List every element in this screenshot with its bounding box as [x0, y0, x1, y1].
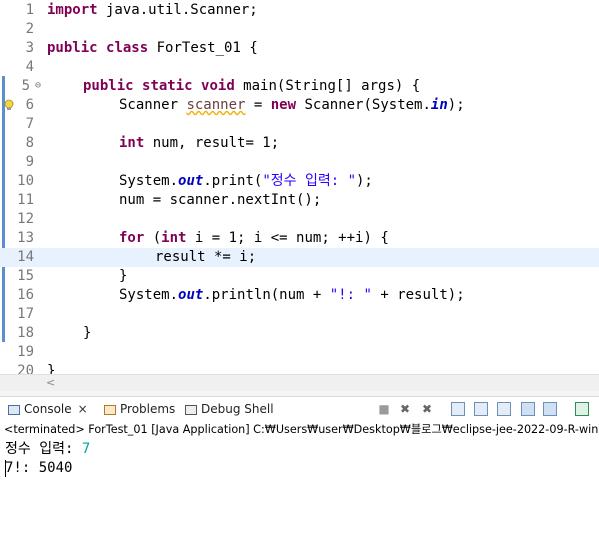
line-number: 18: [17, 325, 34, 341]
line-number: 9: [25, 154, 34, 170]
code-line[interactable]: 2: [0, 20, 599, 39]
line-number: 16: [17, 287, 34, 303]
open-console-icon[interactable]: [575, 402, 589, 416]
line-number: 8: [25, 135, 34, 151]
code-line[interactable]: 12: [0, 210, 599, 229]
console-input-value: 7: [81, 441, 91, 457]
code-text: public class ForTest_01 {: [47, 40, 258, 56]
pin-console-icon[interactable]: [521, 402, 535, 416]
line-number: 10: [17, 173, 34, 189]
code-line-current[interactable]: 14 result *= i;: [0, 248, 599, 267]
code-line[interactable]: 8 int num, result= 1;: [0, 134, 599, 153]
code-text: }: [83, 325, 92, 341]
line-number: 4: [25, 59, 34, 75]
code-text: int num, result= 1;: [119, 135, 280, 151]
word-wrap-icon[interactable]: [497, 402, 511, 416]
code-text: num = scanner.nextInt();: [119, 192, 322, 208]
code-line[interactable]: 1 import java.util.Scanner;: [0, 1, 599, 20]
code-line[interactable]: 20 }: [0, 362, 599, 374]
code-text: System.out.println(num + "!: " + result)…: [119, 287, 465, 303]
code-line[interactable]: 4: [0, 58, 599, 77]
horizontal-scrollbar[interactable]: <: [0, 374, 599, 392]
scroll-lock-icon[interactable]: [474, 402, 488, 416]
code-text: }: [119, 268, 128, 284]
line-number: 17: [17, 306, 34, 322]
line-number: 11: [17, 192, 34, 208]
line-number: 5: [21, 78, 30, 94]
tab-debug-shell[interactable]: Debug Shell: [185, 400, 274, 418]
code-line[interactable]: 3 public class ForTest_01 {: [0, 39, 599, 58]
problems-icon: [104, 404, 116, 415]
code-line[interactable]: 10 System.out.print("정수 입력: ");: [0, 172, 599, 191]
code-line[interactable]: 15 }: [0, 267, 599, 286]
console-tab-bar: Console × Problems Debug Shell ■ ✖ ✖: [0, 397, 599, 421]
line-number: 19: [17, 344, 34, 360]
fold-collapse-icon[interactable]: ⊖: [35, 81, 45, 91]
terminate-icon[interactable]: ■: [377, 402, 391, 416]
display-console-icon[interactable]: [543, 402, 557, 416]
console-line: 7!: 5040: [5, 460, 73, 476]
code-text: result *= i;: [155, 249, 257, 265]
code-line[interactable]: 18 }: [0, 324, 599, 343]
code-line[interactable]: 7: [0, 115, 599, 134]
code-text: public static void main(String[] args) {: [83, 78, 421, 94]
line-number: 3: [25, 40, 34, 56]
line-number: 12: [17, 211, 34, 227]
debug-shell-icon: [185, 404, 197, 415]
close-icon[interactable]: ×: [78, 402, 88, 416]
line-number: 15: [17, 268, 34, 284]
console-line: 정수 입력: 7: [5, 441, 91, 457]
line-number: 20: [17, 363, 34, 374]
code-line[interactable]: 16 System.out.println(num + "!: " + resu…: [0, 286, 599, 305]
line-number: 1: [25, 2, 34, 18]
tab-console[interactable]: Console ×: [8, 400, 88, 418]
remove-all-icon[interactable]: ✖: [420, 402, 434, 416]
code-text: import java.util.Scanner;: [47, 2, 258, 18]
code-line[interactable]: 11 num = scanner.nextInt();: [0, 191, 599, 210]
code-text: Scanner scanner = new Scanner(System.in)…: [119, 97, 465, 113]
code-editor[interactable]: 1 import java.util.Scanner; 2 3 public c…: [0, 0, 599, 374]
code-line[interactable]: 9: [0, 153, 599, 172]
code-line[interactable]: 13 for (int i = 1; i <= num; ++i) {: [0, 229, 599, 248]
remove-launch-icon[interactable]: ✖: [398, 402, 412, 416]
line-number: 14: [17, 249, 34, 265]
clear-console-icon[interactable]: [451, 402, 465, 416]
text-caret: [5, 460, 6, 477]
code-line[interactable]: 6 Scanner scanner = new Scanner(System.i…: [0, 96, 599, 115]
line-number: 13: [17, 230, 34, 246]
code-text: for (int i = 1; i <= num; ++i) {: [119, 230, 389, 246]
code-text: System.out.print("정수 입력: ");: [119, 173, 373, 189]
code-line[interactable]: 17: [0, 305, 599, 324]
line-number: 6: [25, 97, 34, 113]
tab-problems[interactable]: Problems: [104, 400, 175, 418]
code-line[interactable]: 5 ⊖ public static void main(String[] arg…: [0, 77, 599, 96]
scroll-left-icon[interactable]: <: [46, 376, 55, 389]
console-status-line: <terminated> ForTest_01 [Java Applicatio…: [0, 421, 599, 438]
code-text: }: [47, 363, 56, 374]
line-number: 7: [25, 116, 34, 132]
code-line[interactable]: 19: [0, 343, 599, 362]
console-icon: [8, 404, 20, 415]
console-output[interactable]: 정수 입력: 7 7!: 5040: [0, 438, 599, 553]
line-number: 2: [25, 21, 34, 37]
